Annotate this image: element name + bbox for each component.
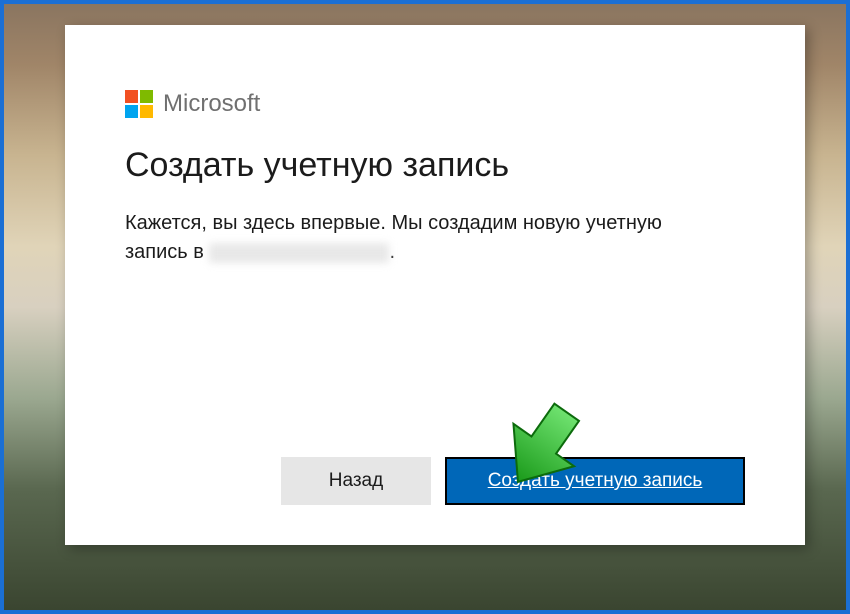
dialog-title: Создать учетную запись <box>125 146 745 185</box>
dialog-description: Кажется, вы здесь впервые. Мы создадим н… <box>125 209 725 267</box>
redacted-email <box>209 243 389 263</box>
back-button[interactable]: Назад <box>281 457 431 505</box>
brand-row: Microsoft <box>125 90 745 118</box>
description-text-suffix: . <box>389 241 395 263</box>
microsoft-logo-icon <box>125 90 153 118</box>
button-row: Назад Создать учетную запись <box>125 457 745 505</box>
brand-name: Microsoft <box>163 90 260 118</box>
create-account-button[interactable]: Создать учетную запись <box>445 457 745 505</box>
create-account-dialog: Microsoft Создать учетную запись Кажется… <box>65 25 805 545</box>
